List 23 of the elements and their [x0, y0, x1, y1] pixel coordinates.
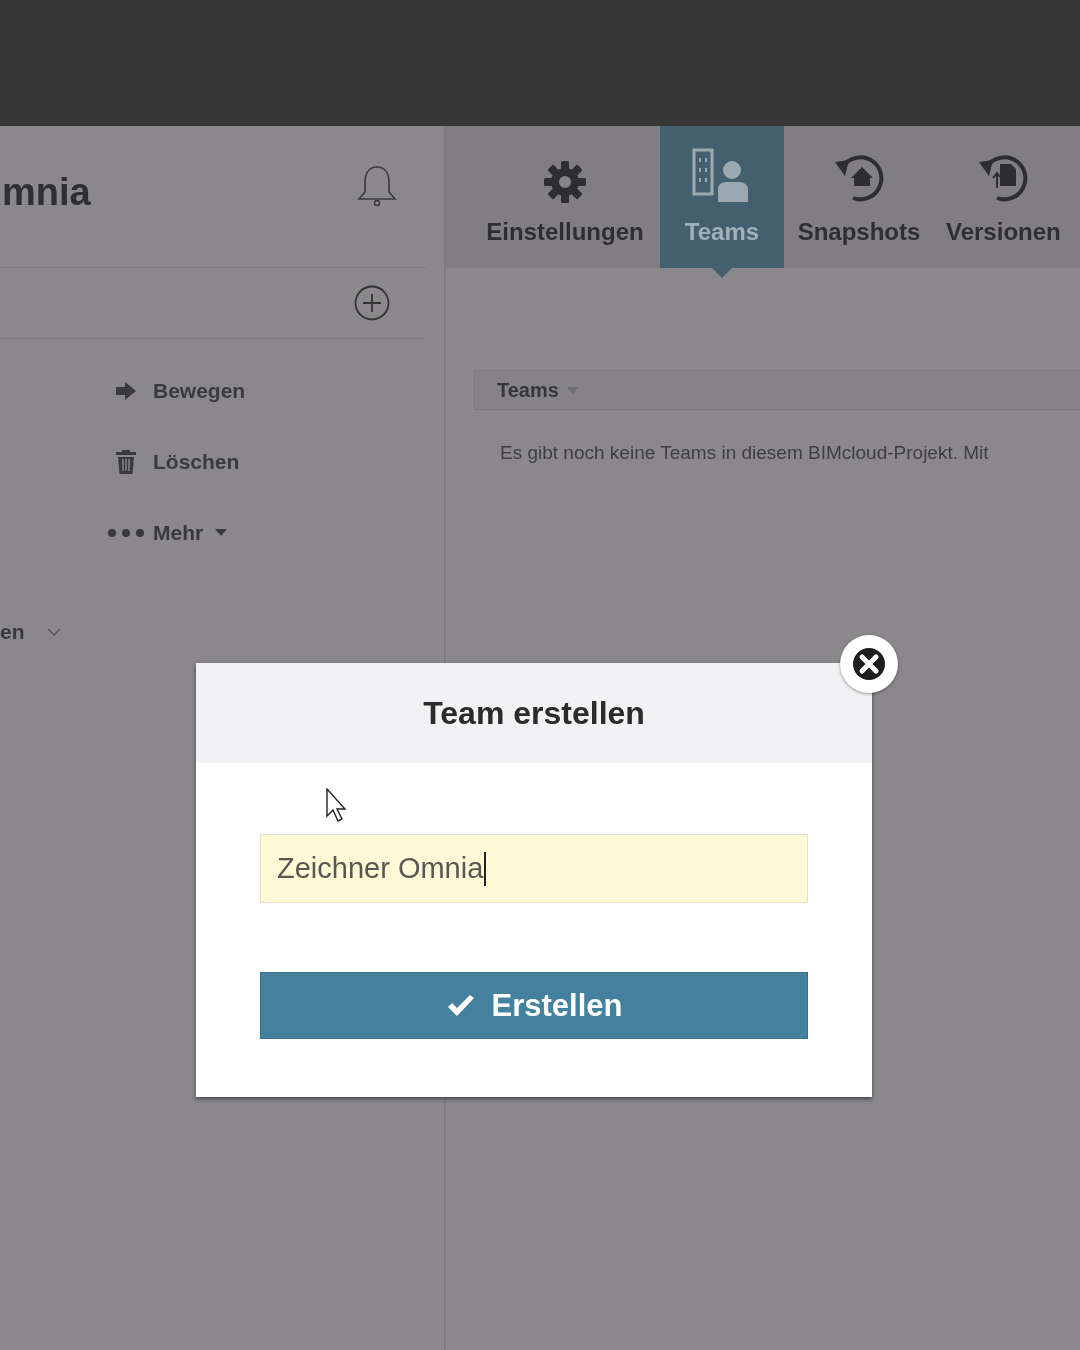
- column-header[interactable]: Teams: [497, 378, 579, 402]
- trash-icon: [114, 448, 137, 475]
- section-label[interactable]: en: [0, 620, 25, 644]
- add-icon[interactable]: [354, 285, 390, 321]
- tab[interactable]: Snapshots: [784, 126, 934, 268]
- create-button[interactable]: Erstellen: [260, 972, 808, 1039]
- tab[interactable]: Einstellungen: [470, 126, 660, 268]
- action-button[interactable]: Mehr: [153, 520, 228, 545]
- arrow-icon: [114, 380, 137, 401]
- close-icon: [852, 647, 886, 681]
- chevron-icon[interactable]: [46, 628, 61, 636]
- caret-icon: [215, 529, 228, 536]
- bell-icon[interactable]: [356, 163, 398, 208]
- action-button[interactable]: Löschen: [153, 449, 240, 474]
- gear-icon: [543, 160, 587, 204]
- tab[interactable]: Versionen: [934, 126, 1073, 268]
- dialog-title: Team erstellen: [423, 694, 645, 732]
- empty-message: Es gibt noch keine Teams in diesem BIMcloud-Projekt. Mit: [500, 442, 990, 464]
- action-button[interactable]: Bewegen: [153, 378, 246, 403]
- more-icon: [106, 527, 145, 538]
- input-field[interactable]: Zeichner Omnia: [260, 834, 808, 903]
- project-title: mnia: [2, 171, 91, 214]
- close-button[interactable]: [840, 635, 898, 693]
